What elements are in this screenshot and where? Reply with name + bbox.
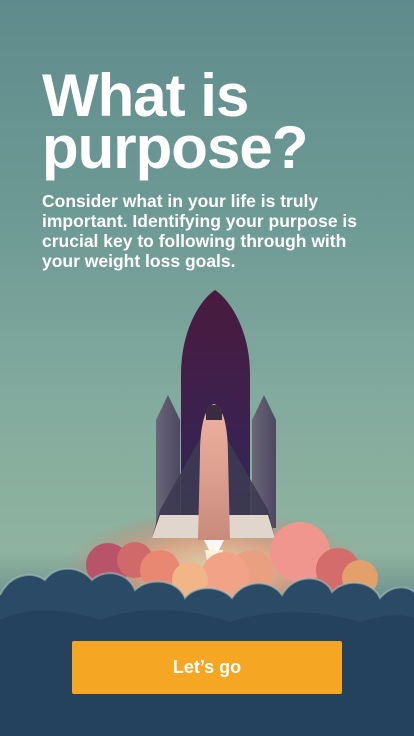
lets-go-button[interactable]: Let’s go (72, 641, 342, 694)
onboarding-screen: What is purpose? Consider what in your l… (0, 0, 414, 736)
page-title: What is purpose? (42, 62, 308, 181)
page-description: Consider what in your life is truly impo… (42, 191, 358, 271)
